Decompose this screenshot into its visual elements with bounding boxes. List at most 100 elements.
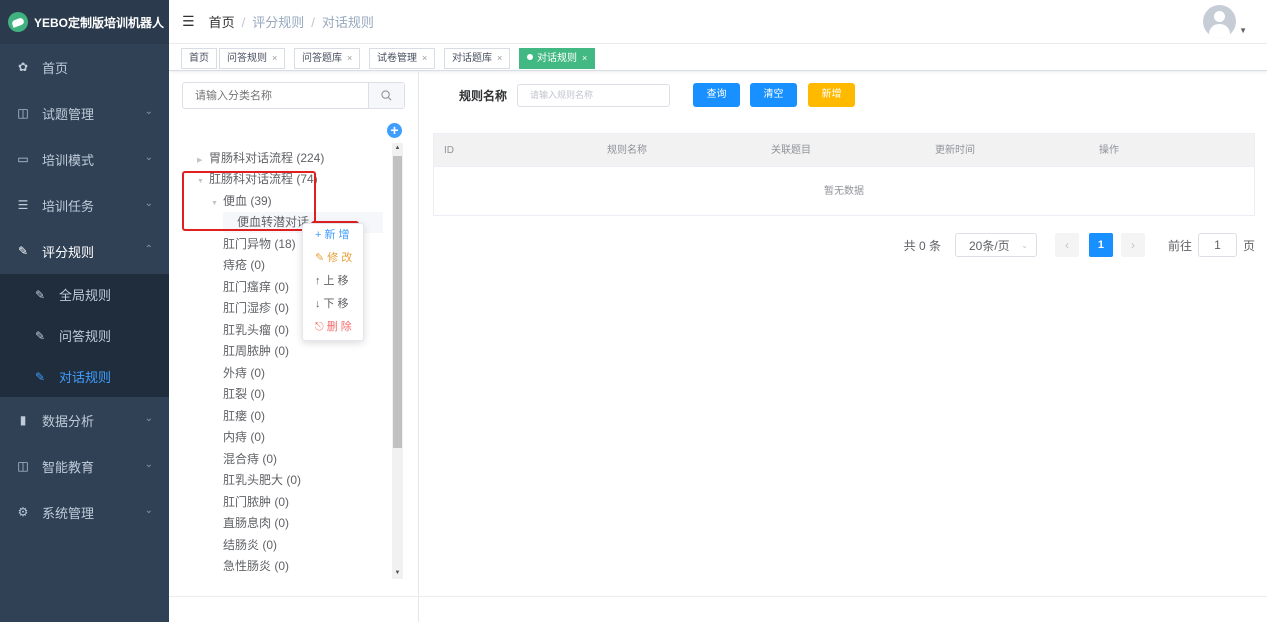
column-header: 关联题目 xyxy=(771,145,811,156)
rule-name-input[interactable]: 请输入规则名称 xyxy=(517,83,671,107)
tag-qa-bank[interactable]: 问答题库 × xyxy=(294,48,361,69)
sidebar-item-dialog-rules[interactable]: ✎ 对话规则 xyxy=(0,356,169,397)
clear-button[interactable]: 清空 xyxy=(750,83,797,107)
tag-dialog-rules[interactable]: 对话规则 × xyxy=(519,48,596,69)
tree-node[interactable]: 肛乳头肥大 (0) xyxy=(223,470,301,491)
screen-icon: ◫ xyxy=(17,459,29,473)
tree-node[interactable]: 急性肠炎 (0) xyxy=(223,556,289,577)
context-add-item[interactable]: + 新 增 xyxy=(303,224,363,247)
tree-node[interactable]: 肛门异物 (18) xyxy=(223,234,296,255)
empty-text: 暂无数据 xyxy=(824,186,864,197)
chevron-down-icon: ⌄ xyxy=(144,459,153,470)
sidebar-item-label: 问答规则 xyxy=(59,329,112,344)
tree-node[interactable]: 混合痔 (0) xyxy=(223,449,277,470)
tree-node[interactable]: 肛裂 (0) xyxy=(223,384,265,405)
tag-exam-manage[interactable]: 试卷管理 × xyxy=(369,48,436,69)
close-icon[interactable]: × xyxy=(422,53,427,63)
sidebar-item-label: 全局规则 xyxy=(59,288,112,303)
tree-node[interactable]: 肛周脓肿 (0) xyxy=(223,341,289,362)
close-icon[interactable]: × xyxy=(347,53,352,63)
goto-label: 前往 xyxy=(1167,238,1192,253)
sidebar-item-training-tasks[interactable]: ☰ 培训任务 ⌄ xyxy=(0,182,169,228)
tree-node[interactable]: 肛乳头瘤 (0) xyxy=(223,320,289,341)
sidebar-item-label: 培训模式 xyxy=(42,152,95,168)
next-page-button[interactable]: › xyxy=(1120,233,1145,257)
tree-scrollbar[interactable]: ▲ ▼ xyxy=(392,143,403,579)
context-move-down-item[interactable]: ↓ 下 移 xyxy=(303,293,363,316)
gear-icon: ⚙ xyxy=(17,505,29,519)
avatar[interactable] xyxy=(1203,5,1236,38)
rule-name-label: 规则名称 xyxy=(459,88,508,103)
tree-node[interactable]: 外痔 (0) xyxy=(223,363,265,384)
sidebar-item-qa-rules[interactable]: ✎ 问答规则 xyxy=(0,315,169,356)
sidebar: YEBO定制版培训机器人 ✿ 首页 ◫ 试题管理 ⌄ ▭ 培训模式 ⌄ ☰ 培训… xyxy=(0,0,169,622)
tree-node[interactable]: 结肠炎 (0) xyxy=(223,535,277,556)
sidebar-item-scoring-rules[interactable]: ✎ 评分规则 ⌃ xyxy=(0,228,169,274)
edit-icon: ✎ xyxy=(34,287,46,302)
breadcrumb-item[interactable]: 首页 xyxy=(209,15,235,30)
scrollbar-thumb[interactable] xyxy=(393,156,402,448)
sidebar-item-system[interactable]: ⚙ 系统管理 ⌄ xyxy=(0,489,169,535)
caret-down-icon[interactable]: ▼ xyxy=(1239,26,1247,35)
close-icon[interactable]: × xyxy=(582,53,587,63)
page-number[interactable]: 1 xyxy=(1088,233,1113,257)
arrow-up-icon: ↑ xyxy=(315,275,321,287)
chevron-down-icon: ⌄ xyxy=(144,505,153,516)
category-search xyxy=(182,82,405,109)
sidebar-item-label: 评分规则 xyxy=(42,244,95,260)
query-button[interactable]: 查询 xyxy=(693,83,740,107)
chevron-down-icon: ⌄ xyxy=(144,413,153,424)
close-icon[interactable]: × xyxy=(497,53,502,63)
add-button[interactable]: 新增 xyxy=(808,83,855,107)
plus-icon: + xyxy=(315,229,322,241)
leaf-logo-icon xyxy=(8,12,28,32)
sidebar-item-global-rules[interactable]: ✎ 全局规则 xyxy=(0,274,169,315)
edit-icon: ✎ xyxy=(17,244,29,258)
scroll-up-icon: ▲ xyxy=(394,145,401,151)
trash-icon: ⎋ xyxy=(315,321,324,333)
scoring-submenu: ✎ 全局规则 ✎ 问答规则 ✎ 对话规则 xyxy=(0,274,169,397)
sidebar-item-training-mode[interactable]: ▭ 培训模式 ⌄ xyxy=(0,136,169,182)
tag-qa-rules[interactable]: 问答规则 × xyxy=(219,48,286,69)
tree-node[interactable]: 肛门脓肿 (0) xyxy=(223,492,289,513)
column-header: ID xyxy=(444,145,454,156)
filter-bar: 规则名称 请输入规则名称 xyxy=(432,83,671,107)
sidebar-item-smart-education[interactable]: ◫ 智能教育 ⌄ xyxy=(0,443,169,489)
tree-node[interactable]: 肛门湿疹 (0) xyxy=(223,298,289,319)
context-move-up-item[interactable]: ↑ 上 移 xyxy=(303,270,363,293)
bar-chart-icon: ▮ xyxy=(19,413,27,427)
sidebar-item-label: 系统管理 xyxy=(42,505,95,521)
context-edit-item[interactable]: ✎ 修 改 xyxy=(303,247,363,270)
category-search-input[interactable] xyxy=(183,83,368,108)
table-header: ID 规则名称 关联题目 更新时间 操作 xyxy=(434,134,1254,167)
tag-dialog-bank[interactable]: 对话题库 × xyxy=(444,48,511,69)
context-delete-item[interactable]: ⎋ 删 除 xyxy=(303,316,363,339)
close-icon[interactable]: × xyxy=(272,53,277,63)
goto-page-input[interactable]: 1 xyxy=(1197,233,1237,257)
tree-node[interactable]: ▶ 胃肠科对话流程 (224) xyxy=(197,148,324,169)
tree-node[interactable]: 痔疮 (0) xyxy=(223,255,265,276)
page-size-select[interactable]: 20条/页 ⌄ xyxy=(954,233,1037,257)
chevron-down-icon: ⌄ xyxy=(144,152,153,163)
tree-node[interactable]: 内痔 (0) xyxy=(223,427,265,448)
sidebar-item-label: 培训任务 xyxy=(42,198,95,214)
sidebar-item-questions[interactable]: ◫ 试题管理 ⌄ xyxy=(0,90,169,136)
sidebar-item-data-analysis[interactable]: ▮ 数据分析 ⌄ xyxy=(0,397,169,443)
prev-page-button[interactable]: ‹ xyxy=(1054,233,1079,257)
sidebar-item-home[interactable]: ✿ 首页 xyxy=(0,44,169,90)
search-button[interactable] xyxy=(368,83,404,108)
goto-suffix: 页 xyxy=(1242,238,1255,253)
hamburger-icon[interactable]: ☰ xyxy=(182,13,195,30)
chevron-down-icon: ⌄ xyxy=(144,106,153,117)
pagination: 共 0 条 20条/页 ⌄ ‹ 1 › 前往 1 页 xyxy=(904,233,1255,257)
highlight-box xyxy=(182,171,316,231)
tag-home[interactable]: 首页 xyxy=(181,48,217,69)
pencil-icon: ✎ xyxy=(315,252,325,264)
tree-node[interactable]: 肛门瘙痒 (0) xyxy=(223,277,289,298)
breadcrumb-item: 对话规则 xyxy=(321,15,374,30)
add-category-button[interactable]: + xyxy=(387,123,402,138)
tree-node[interactable]: 直肠息肉 (0) xyxy=(223,513,289,534)
tree-node[interactable]: 肛瘘 (0) xyxy=(223,406,265,427)
brand: YEBO定制版培训机器人 xyxy=(0,0,169,44)
total-count: 共 0 条 xyxy=(903,238,941,253)
